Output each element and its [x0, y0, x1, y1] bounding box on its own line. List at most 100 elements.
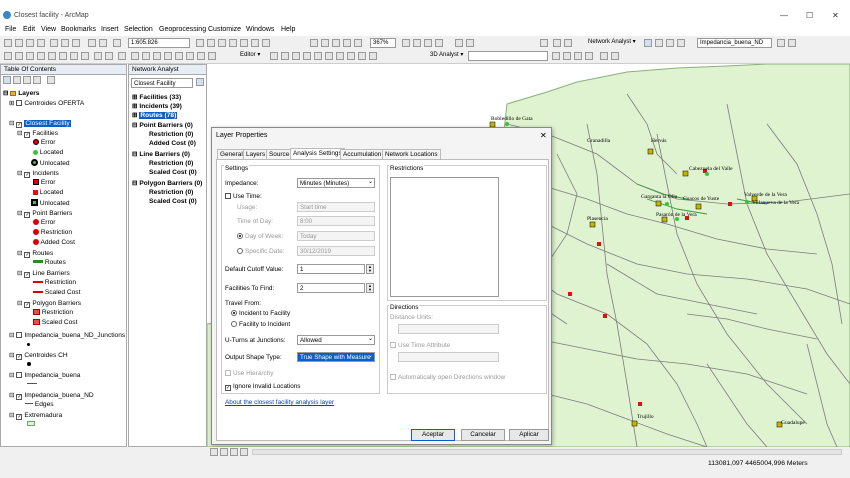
menu-windows[interactable]: Windows	[246, 26, 274, 33]
tab-layers[interactable]: Layers	[243, 149, 269, 159]
radio-button[interactable]	[237, 233, 243, 239]
toc-routes[interactable]: ⊟ ✓ Routes	[17, 249, 53, 258]
toc-centroides-oferta[interactable]: ⊞ Centroides OFERTA	[9, 99, 84, 107]
visibility-checkbox[interactable]: ✓	[24, 212, 31, 218]
zoom-combo[interactable]: 367%	[370, 38, 396, 48]
hyperlink-icon[interactable]	[142, 52, 150, 60]
use-time-attribute-checkbox[interactable]: Use Time Attribute	[390, 342, 450, 349]
zoom-out-icon[interactable]	[15, 52, 23, 60]
change-layout-icon[interactable]	[435, 39, 443, 47]
toc-impedancia-buena[interactable]: ⊟ Impedancia_buena	[9, 371, 80, 379]
sketch-properties-icon[interactable]	[358, 52, 366, 60]
apply-button[interactable]: Aplicar	[509, 429, 549, 441]
tab-source[interactable]: Source	[266, 149, 293, 159]
copy-icon[interactable]	[61, 39, 69, 47]
toc-closest-facility[interactable]: ⊟ ✓ Closest Facility	[9, 119, 71, 128]
visibility-checkbox[interactable]: ✓	[16, 354, 23, 360]
python-icon[interactable]	[251, 39, 259, 47]
full-extent-icon[interactable]	[37, 52, 45, 60]
tab-accumulation[interactable]: Accumulation	[340, 149, 385, 159]
paste-icon[interactable]	[72, 39, 80, 47]
horizontal-scrollbar[interactable]	[252, 449, 842, 455]
pan-icon[interactable]	[26, 52, 34, 60]
toc-layers[interactable]: ⊟ Layers	[3, 89, 39, 97]
menu-geoprocessing[interactable]: Geoprocessing	[159, 26, 206, 33]
visibility-checkbox[interactable]	[16, 100, 23, 106]
reshape-icon[interactable]	[303, 52, 311, 60]
profile-icon[interactable]	[585, 52, 593, 60]
network-dataset-combo[interactable]: Impedancia_buena_ND	[697, 38, 772, 48]
analyst-3d-layer-combo[interactable]	[468, 51, 548, 61]
goto-xy-icon[interactable]	[186, 52, 194, 60]
checkbox[interactable]	[225, 193, 231, 199]
na-routes[interactable]: ⊞ Routes (78)	[132, 111, 178, 119]
toc-options-icon[interactable]	[47, 76, 55, 84]
toc-facilities[interactable]: ⊟ ✓ Facilities	[17, 129, 58, 138]
arcscene-icon[interactable]	[600, 52, 608, 60]
select-icon[interactable]	[94, 52, 102, 60]
attributes-icon[interactable]	[347, 52, 355, 60]
create-features-icon[interactable]	[369, 52, 377, 60]
list-by-source-icon[interactable]	[13, 76, 21, 84]
na-point-barriers[interactable]: ⊟ Point Barriers (0)	[132, 121, 193, 129]
clear-select-icon[interactable]	[105, 52, 113, 60]
toc-extremadura[interactable]: ⊟ ✓ Extremadura	[9, 411, 62, 420]
modelbuilder-icon[interactable]	[262, 39, 270, 47]
catalog-icon[interactable]	[218, 39, 226, 47]
checkbox[interactable]: ✓	[225, 385, 231, 391]
menu-edit[interactable]: Edit	[23, 26, 35, 33]
visibility-checkbox[interactable]: ✓	[24, 272, 31, 278]
distance-units-select[interactable]	[398, 324, 499, 334]
menu-customize[interactable]: Customize	[208, 26, 241, 33]
na-incidents[interactable]: ⊞ Incidents (39)	[132, 102, 182, 110]
na-facilities[interactable]: ⊞ Facilities (33)	[132, 93, 181, 101]
cancel-button[interactable]: Cancelar	[461, 429, 505, 441]
clear-selection-icon[interactable]	[564, 39, 572, 47]
draft-mode-icon[interactable]	[402, 39, 410, 47]
menu-insert[interactable]: Insert	[101, 26, 119, 33]
network-analyst-window-icon[interactable]	[644, 39, 652, 47]
identify-icon[interactable]	[131, 52, 139, 60]
close-button[interactable]: ✕	[832, 11, 839, 20]
toc-polygon-barriers[interactable]: ⊟ ✓ Polygon Barriers	[17, 299, 81, 308]
menu-help[interactable]: Help	[281, 26, 295, 33]
na-line-barriers[interactable]: ⊟ Line Barriers (0)	[132, 150, 190, 158]
na-line-scaled-cost[interactable]: Scaled Cost (0)	[149, 169, 197, 176]
measure-icon[interactable]	[466, 39, 474, 47]
incident-to-facility-radio[interactable]: Incident to Facility	[231, 310, 290, 317]
about-link[interactable]: About the closest facility analysis laye…	[225, 399, 334, 406]
toc-point-barriers[interactable]: ⊟ ✓ Point Barriers	[17, 209, 72, 218]
toc-junctions[interactable]: ⊟ Impedancia_buena_ND_Junctions	[9, 331, 125, 339]
zoom-in-icon[interactable]	[4, 52, 12, 60]
na-point-restriction[interactable]: Restriction (0)	[149, 131, 193, 138]
fixed-zoom-out-icon[interactable]	[59, 52, 67, 60]
visibility-checkbox[interactable]: ✓	[24, 252, 31, 258]
undo-icon[interactable]	[88, 39, 96, 47]
specific-date-field[interactable]: 30/12/2019	[297, 246, 375, 256]
time-of-day-field[interactable]: 8:00	[297, 216, 375, 226]
back-extent-icon[interactable]	[70, 52, 78, 60]
sketch-icon[interactable]	[281, 52, 289, 60]
find-icon[interactable]	[175, 52, 183, 60]
list-by-visibility-icon[interactable]	[23, 76, 31, 84]
menu-file[interactable]: File	[5, 26, 16, 33]
print-icon[interactable]	[37, 39, 45, 47]
add-data-icon[interactable]	[113, 39, 121, 47]
visibility-checkbox[interactable]	[16, 372, 23, 378]
layout-zoom-in-icon[interactable]	[310, 39, 318, 47]
save-icon[interactable]	[26, 39, 34, 47]
toc-impedancia-buena-nd[interactable]: ⊟ ✓ Impedancia_buena_ND	[9, 391, 94, 400]
ignore-invalid-checkbox[interactable]: ✓ Ignore Invalid Locations	[225, 383, 301, 391]
cut-icon[interactable]	[50, 39, 58, 47]
network-analyst-menu[interactable]: Network Analyst ▾	[586, 38, 641, 48]
create-network-location-icon[interactable]	[655, 39, 663, 47]
layout-zoom-out-icon[interactable]	[321, 39, 329, 47]
rotate-icon[interactable]	[336, 52, 344, 60]
visibility-checkbox[interactable]: ✓	[16, 122, 23, 128]
measure-tool-icon[interactable]	[164, 52, 172, 60]
visibility-checkbox[interactable]: ✓	[16, 414, 23, 420]
cutoff-stepper-icon[interactable]: ▲ ▼	[366, 264, 374, 274]
pointer-icon[interactable]	[118, 52, 126, 60]
editor-toolbar-icon[interactable]	[196, 39, 204, 47]
radio-button[interactable]	[237, 248, 243, 254]
